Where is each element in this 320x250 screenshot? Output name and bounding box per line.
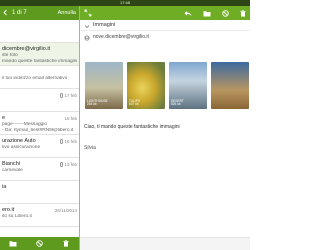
attachment-thumbnail[interactable]: LIGHTHOUSE 244 kb <box>85 62 123 109</box>
folder-icon[interactable] <box>203 6 211 22</box>
list-item[interactable]: ia <box>0 181 79 204</box>
cancel-button[interactable]: Annulla <box>58 10 76 16</box>
mail-preview: tivo assicurazione <box>2 145 41 150</box>
detail-actions <box>184 6 246 22</box>
mail-preview: - Da: rtymail_6est#RN9l@libero.it <box>2 128 74 133</box>
reply-icon[interactable] <box>184 6 192 22</box>
attachment-thumbnail[interactable]: DESERT 826 kb <box>169 62 207 109</box>
mail-subject <box>2 30 77 36</box>
attachment-icon <box>60 139 64 144</box>
folder-icon[interactable] <box>9 240 17 248</box>
attachment-caption: TULIPS 607 kb <box>129 99 140 107</box>
mail-preview: ito su Libero.it <box>2 214 32 219</box>
mail-preview: mando queste fantastiche immagini <box>2 59 77 64</box>
message-list-pane: 1 di 7 Annulla dicembre@virgilio.it ste … <box>0 6 79 250</box>
attachment-size: 607 kb <box>129 102 139 107</box>
list-action-toolbar <box>0 237 79 250</box>
mail-date: 16 feb <box>64 116 77 121</box>
list-item[interactable]: Bianchi carnevale 13 feb <box>0 158 79 181</box>
mail-sender <box>2 23 77 30</box>
selection-count: 1 di 7 <box>12 10 27 16</box>
attachment-thumbnail[interactable] <box>211 62 249 109</box>
status-time: 17:48 <box>119 0 130 5</box>
attachment-icon <box>60 93 64 98</box>
message-signature: Silvia <box>84 145 96 151</box>
mail-preview: il tuo indirizzo email alternativo <box>2 76 68 81</box>
block-icon[interactable] <box>222 6 229 22</box>
contact-icon <box>84 28 90 46</box>
attachment-caption: LIGHTHOUSE 244 kb <box>87 99 108 107</box>
mail-date-text: 16 feb <box>64 116 77 121</box>
mail-sender <box>2 69 77 76</box>
message-subject: Immagini <box>93 22 116 28</box>
list-item[interactable]: il tuo indirizzo email alternativo <box>0 66 79 89</box>
attachment-icon <box>60 162 64 167</box>
mail-sender: dicembre@virgilio.it <box>2 46 51 52</box>
mail-date: 26/11/2014 <box>55 208 77 213</box>
mail-sender: ia <box>2 184 7 190</box>
attachment-gallery: LIGHTHOUSE 244 kb TULIPS 607 kb DESERT 8… <box>85 62 249 110</box>
mail-date-text: 17 feb <box>64 93 77 98</box>
list-item[interactable]: dicembre@virgilio.it ste foto mando ques… <box>0 43 79 66</box>
list-item[interactable]: urazione Auto tivo assicurazione 16 feb <box>0 135 79 158</box>
mail-date: 16 feb <box>60 139 77 144</box>
trash-icon[interactable] <box>62 240 70 248</box>
attachment-size: 826 kb <box>171 102 181 107</box>
attachment-caption: DESERT 826 kb <box>171 99 184 107</box>
sender-address: nove.dicembre@virgilio.it <box>93 33 149 40</box>
list-item[interactable] <box>0 20 79 43</box>
mail-date-text: 16 feb <box>64 139 77 144</box>
mail-date: 17 feb <box>60 93 77 98</box>
message-detail-pane: Immagini nove.dicembre@virgilio.it LIGHT… <box>80 6 250 250</box>
trash-icon[interactable] <box>240 6 246 22</box>
list-item[interactable]: ero.it ito su Libero.it 26/11/2014 <box>0 204 79 227</box>
attachment-thumbnail[interactable]: TULIPS 607 kb <box>127 62 165 109</box>
attachment-size: 244 kb <box>87 102 97 107</box>
selection-toolbar: 1 di 7 Annulla <box>0 6 79 20</box>
back-arrow-icon[interactable] <box>2 9 9 18</box>
list-item[interactable]: e page-------Messaggio - Da: rtymail_6es… <box>0 112 79 135</box>
detail-footer <box>80 237 250 250</box>
detail-toolbar <box>80 6 250 20</box>
mail-date: 13 feb <box>60 162 77 167</box>
mail-date-text: 13 feb <box>64 162 77 167</box>
message-body: Ciao, ti mando queste fantastiche immagi… <box>84 124 180 130</box>
mail-preview: carnevale <box>2 168 23 173</box>
mail-date-text: 26/11/2014 <box>54 208 77 213</box>
list-item[interactable]: 17 feb <box>0 89 79 112</box>
sender-row[interactable]: nove.dicembre@virgilio.it <box>80 31 250 42</box>
block-icon[interactable] <box>35 240 43 248</box>
